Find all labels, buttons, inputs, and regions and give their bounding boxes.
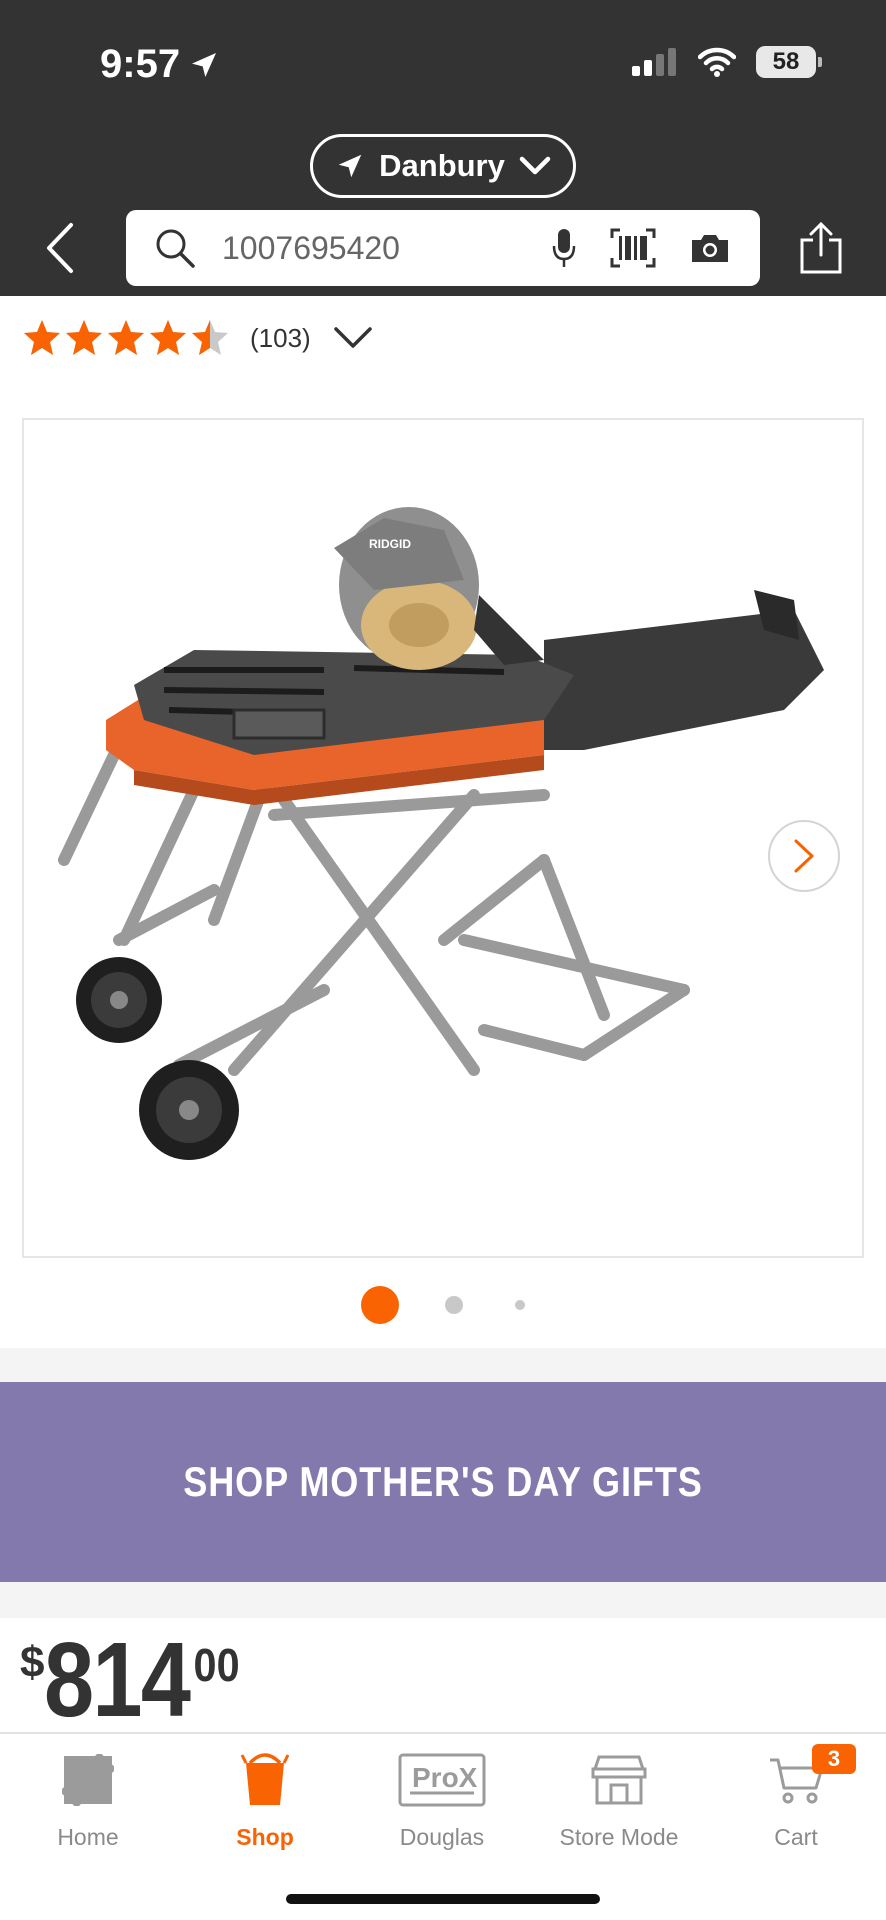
svg-text:ProX: ProX [412, 1762, 478, 1793]
wifi-icon [698, 47, 736, 77]
wheel [76, 957, 162, 1043]
shop-bucket-icon [240, 1753, 290, 1805]
pagination-dot[interactable] [361, 1286, 399, 1324]
home-depot-logo-icon [62, 1754, 114, 1806]
price-cents: 00 [193, 1639, 240, 1691]
camera-icon[interactable] [690, 232, 730, 264]
star-icon [24, 320, 60, 355]
app-header: 9:57 58 Danbury 1007695420 [0, 0, 886, 296]
gallery-pagination [0, 1286, 886, 1324]
share-icon [800, 222, 842, 274]
signal-icon [632, 48, 676, 76]
price-card: $ 814 00 [0, 1618, 886, 1738]
barcode-scan-icon[interactable] [610, 228, 656, 268]
star-rating [22, 318, 230, 358]
search-actions [552, 228, 730, 268]
price-currency: $ [20, 1638, 45, 1687]
store-icon [591, 1755, 647, 1805]
star-icon [66, 320, 102, 355]
prox-icon: ProX [398, 1753, 486, 1807]
battery-indicator: 58 [756, 46, 822, 78]
product-image-gallery[interactable]: RIDGID [22, 418, 864, 1258]
chevron-down-icon [333, 327, 372, 348]
bottom-tab-bar: Home Shop ProX Douglas Store Mode 3 Cart [0, 1732, 886, 1920]
product-page: 9:57 58 Danbury 1007695420 (103) RIDGID … [0, 0, 886, 1920]
home-indicator [286, 1894, 600, 1904]
status-time: 9:57 [100, 42, 220, 87]
tab-cart[interactable]: 3 Cart [711, 1744, 881, 1851]
brand-mark: RIDGID [369, 537, 411, 551]
star-icon [192, 320, 228, 355]
search-query: 1007695420 [222, 229, 400, 266]
product-overview: (103) RIDGID [0, 296, 886, 1348]
pagination-dot[interactable] [515, 1300, 525, 1310]
store-location-button[interactable]: Danbury [310, 134, 576, 198]
price-dollars: 814 [44, 1621, 191, 1739]
location-arrow-icon [338, 154, 362, 178]
tab-home[interactable]: Home [3, 1748, 173, 1851]
review-count: (103) [250, 322, 311, 353]
promo-label: SHOP MOTHER'S DAY GIFTS [183, 1458, 703, 1505]
microphone-icon[interactable] [552, 228, 576, 268]
search-icon [156, 229, 195, 268]
product-price: $ 814 00 [20, 1621, 243, 1739]
tab-store-mode[interactable]: Store Mode [534, 1748, 704, 1851]
product-image: RIDGID [58, 507, 824, 1160]
store-location-label: Danbury [379, 148, 505, 183]
location-arrow-icon [192, 52, 217, 77]
search-input[interactable]: 1007695420 [126, 210, 760, 286]
star-icon [108, 320, 144, 355]
next-image-button[interactable] [768, 820, 840, 892]
status-icons: 58 [632, 46, 822, 78]
share-button[interactable] [796, 218, 846, 278]
rating-summary[interactable]: (103) [22, 318, 373, 358]
cart-count-badge: 3 [812, 1744, 856, 1774]
tab-shop[interactable]: Shop [180, 1748, 350, 1851]
wheel [139, 1060, 239, 1160]
star-icon [150, 320, 186, 355]
chevron-down-icon [519, 156, 551, 175]
chevron-right-icon [794, 839, 814, 873]
pagination-dot[interactable] [445, 1296, 463, 1314]
chevron-left-icon [47, 223, 73, 273]
tab-douglas[interactable]: ProX Douglas [357, 1748, 527, 1851]
back-button[interactable] [40, 220, 80, 276]
promo-banner[interactable]: SHOP MOTHER'S DAY GIFTS [0, 1382, 886, 1582]
